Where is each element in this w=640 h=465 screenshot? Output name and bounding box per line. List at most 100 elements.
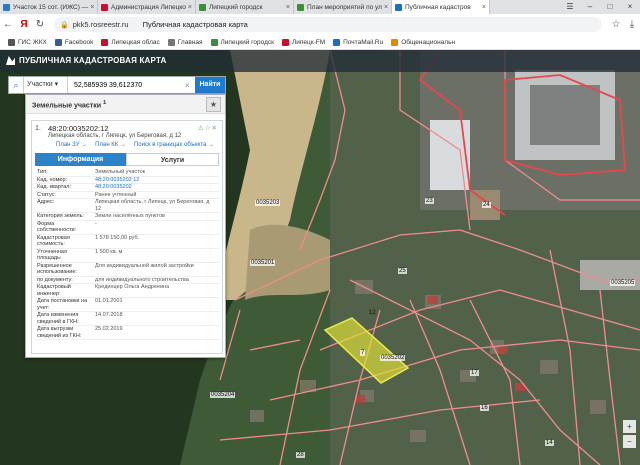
tab-favicon-icon <box>3 3 10 11</box>
search-type-value: Участки <box>27 81 53 88</box>
parcel-number-label: 7 <box>360 350 366 356</box>
tab-services[interactable]: Услуги <box>126 153 219 166</box>
table-row: Дата выгрузки сведений из ГКН: 25.02.2019 <box>35 326 219 340</box>
row-value: 25.02.2019 <box>95 326 123 332</box>
table-row: Кад. номер: 48:20:0035202:12 <box>35 176 219 184</box>
quarter-label: 0035203 <box>255 200 281 206</box>
row-key: Кадастровый инженер: <box>37 284 71 297</box>
row-key: Дата постановки на учет: <box>37 298 88 311</box>
table-row: Кадастровый инженер: Крединцер Ольга Андр… <box>35 284 219 298</box>
bookmark-item[interactable]: Липецк-FM <box>282 38 326 46</box>
parcel-card: 1. 48:20:0035202:12 ⚠☆✕ Липецкая область… <box>31 120 223 354</box>
map-controls: + − <box>623 420 636 448</box>
cadastral-id[interactable]: 48:20:0035202:12 <box>48 124 108 133</box>
row-key: Статус: <box>37 191 56 198</box>
menu-icon[interactable]: ☰ <box>560 0 580 14</box>
browser-tab[interactable]: План мероприятий по ул × <box>294 0 392 14</box>
close-icon[interactable]: × <box>88 4 94 11</box>
url-domain: pkk5.rosreestr.ru <box>72 20 129 29</box>
row-key: Дата выгрузки сведений из ГКН: <box>37 326 82 339</box>
page-title: Публичная кадастровая карта <box>142 20 248 29</box>
clear-icon[interactable]: × <box>185 81 195 90</box>
back-icon[interactable]: ← <box>0 19 16 30</box>
quarter-label: 0035205 <box>610 280 636 286</box>
close-icon[interactable]: × <box>382 4 388 11</box>
result-count: 1 <box>102 100 107 106</box>
parcel-number-label: 16 <box>480 405 489 411</box>
bookmark-favicon-icon <box>54 38 62 46</box>
bookmark-label: Липецк-FM <box>292 38 326 46</box>
tab-information[interactable]: Информация <box>35 153 126 166</box>
search-icon[interactable]: ⌕ <box>9 80 23 91</box>
attributes-table: Тип: Земельный участок Кад. номер: 48:20:0… <box>35 169 219 340</box>
row-key: Адрес: <box>37 199 55 205</box>
plan-zu-link[interactable]: План ЗУ → <box>56 142 87 148</box>
close-window-icon[interactable]: × <box>620 0 640 14</box>
parcel-address: Липецкая область, г Липецк, ул Береговая… <box>48 133 182 139</box>
search-bar: ⌕ Участки ▾ × Найти <box>8 76 226 94</box>
browser-tab[interactable]: Участок 15 сот. (ИЖС) — × <box>0 0 98 14</box>
bookmark-label: Главная <box>177 38 203 46</box>
row-key: Тип: <box>37 169 48 175</box>
browser-tab-active[interactable]: Публичная кадастров × <box>392 0 490 14</box>
card-action-icons[interactable]: ⚠☆✕ <box>198 124 218 132</box>
row-key: Кад. номер: <box>37 176 68 183</box>
parcel-number-label: 28 <box>296 452 305 458</box>
app-logo[interactable]: ПУБЛИЧНАЯ КАДАСТРОВАЯ КАРТА <box>6 56 167 65</box>
panel-title-text: Земельные участки <box>32 102 102 110</box>
row-value-link[interactable]: 48:20:0035202:12 <box>93 177 219 184</box>
row-key: Уточненная площадь: <box>37 248 67 262</box>
panel-header: Земельные участки 1 ★ <box>26 95 225 114</box>
zoom-in-icon[interactable]: + <box>623 420 636 433</box>
row-key: Форма собственности: <box>37 220 77 234</box>
window-controls: ☰ – □ × <box>560 0 640 14</box>
bookmark-item[interactable]: ПочтаMail.Ru <box>333 38 383 46</box>
parcel-number-label: 25 <box>398 268 407 274</box>
browser-logo-icon[interactable]: Я <box>16 19 32 30</box>
panel-title: Земельные участки 1 <box>32 100 106 109</box>
row-value: 14.07.2018 <box>95 312 123 318</box>
lock-icon: 🔒 <box>60 21 69 29</box>
row-value: 1 500 кв. м <box>95 248 123 255</box>
table-row: Форма собственности: - <box>35 221 219 235</box>
search-input[interactable] <box>68 77 185 93</box>
row-key: Разрешенное использование: <box>37 262 77 276</box>
search-in-bounds-link[interactable]: Поиск в границах объекта → <box>134 142 214 148</box>
close-icon[interactable]: × <box>480 4 486 11</box>
find-button[interactable]: Найти <box>195 77 225 93</box>
quarter-label: 0035204 <box>210 392 236 398</box>
bookmark-item[interactable]: Главная <box>167 38 203 46</box>
bookmark-item[interactable]: Общенациональн <box>391 38 455 46</box>
row-value: Липецкая область, г Липецк, ул Береговая… <box>95 199 210 212</box>
minimize-icon[interactable]: – <box>580 0 600 14</box>
download-icon[interactable]: ⤓ <box>624 19 640 30</box>
close-icon[interactable]: × <box>186 4 192 11</box>
maximize-icon[interactable]: □ <box>600 0 620 14</box>
tab-title: Липецкий городск <box>209 3 263 11</box>
zoom-out-icon[interactable]: − <box>623 435 636 448</box>
refresh-icon[interactable]: ↻ <box>32 19 48 30</box>
browser-tab[interactable]: Администрация Липецко × <box>98 0 196 14</box>
parcel-number-label: 12 <box>369 310 376 316</box>
row-key: Дата изменения сведений в ГКН: <box>37 312 79 325</box>
bookmark-item[interactable]: ГИС ЖКХ <box>8 38 47 46</box>
row-value: Земли населённых пунктов <box>95 213 165 219</box>
parcel-number-label: 24 <box>482 202 491 208</box>
tab-title: Участок 15 сот. (ИЖС) — <box>13 3 89 11</box>
bookmark-icon[interactable]: ☆ <box>608 19 624 30</box>
browser-tab[interactable]: Липецкий городск × <box>196 0 294 14</box>
tab-title: Публичная кадастров <box>405 3 471 11</box>
close-icon[interactable]: × <box>284 4 290 11</box>
info-tabs: Информация Услуги <box>35 153 219 166</box>
bookmark-item[interactable]: Липецкая облас <box>101 38 160 46</box>
bookmark-item[interactable]: Липецкий городск <box>210 38 274 46</box>
row-value-link[interactable]: 48:20:0035202 <box>93 184 219 191</box>
parcel-number-label: 23 <box>425 198 434 204</box>
favorite-star-icon[interactable]: ★ <box>206 97 221 112</box>
row-value: - <box>95 220 97 227</box>
bookmark-item[interactable]: Facebook <box>54 38 93 46</box>
address-bar[interactable]: 🔒 pkk5.rosreestr.ru Публичная кадастрова… <box>54 17 602 32</box>
table-row: Разрешенное использование: Для индивидуал… <box>35 263 219 277</box>
search-type-select[interactable]: Участки ▾ <box>23 77 68 93</box>
plan-kk-link[interactable]: План КК → <box>95 142 126 148</box>
